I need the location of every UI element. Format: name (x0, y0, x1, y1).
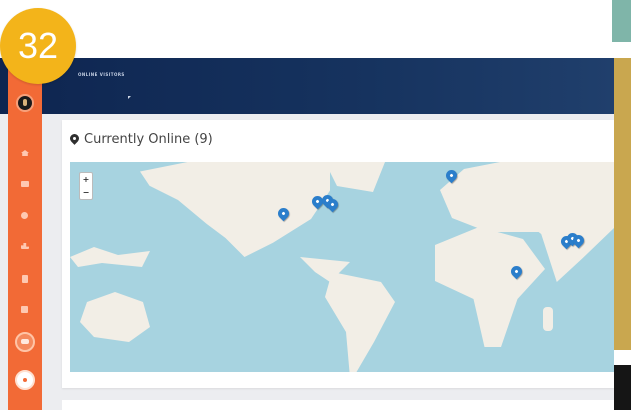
zoom-control: + − (79, 172, 93, 200)
topbar-title: ONLINE VISITORS (78, 72, 125, 77)
land-north-america (140, 162, 330, 257)
land-madagascar (543, 307, 553, 331)
land-indonesia (70, 247, 150, 267)
map-pin-icon (70, 134, 79, 145)
top-bar: ONLINE VISITORS (0, 58, 614, 114)
settings-button[interactable] (15, 370, 35, 390)
world-map[interactable]: + − (70, 162, 614, 372)
online-visitors-card: Currently Online (9) + − (62, 120, 614, 388)
card-header: Currently Online (9) (70, 132, 213, 147)
background-edge-gold (614, 58, 631, 350)
land-africa (435, 227, 545, 347)
chat-button[interactable] (15, 332, 35, 352)
mouse-cursor-icon (128, 96, 131, 99)
dashboard-screenshot: ONLINE VISITORS Currently Online (9) + − (0, 58, 614, 410)
land-south-america (325, 272, 395, 372)
next-card (62, 400, 614, 410)
land-australia (80, 292, 150, 342)
home-icon[interactable] (21, 150, 29, 156)
card-title: Currently Online (9) (84, 132, 213, 147)
zoom-out-button[interactable]: − (83, 188, 90, 197)
sidebar (8, 58, 42, 410)
sidebar-avatar[interactable] (16, 94, 34, 112)
mail-icon[interactable] (21, 181, 29, 187)
land-greenland (325, 162, 385, 192)
background-edge-dark (614, 365, 631, 410)
calendar-icon[interactable] (21, 306, 28, 313)
step-number-badge: 32 (0, 8, 76, 84)
users-icon[interactable] (21, 212, 28, 219)
background-edge-teal (612, 0, 631, 42)
chart-icon[interactable] (21, 243, 29, 249)
zoom-in-button[interactable]: + (83, 175, 90, 184)
document-icon[interactable] (22, 275, 28, 283)
